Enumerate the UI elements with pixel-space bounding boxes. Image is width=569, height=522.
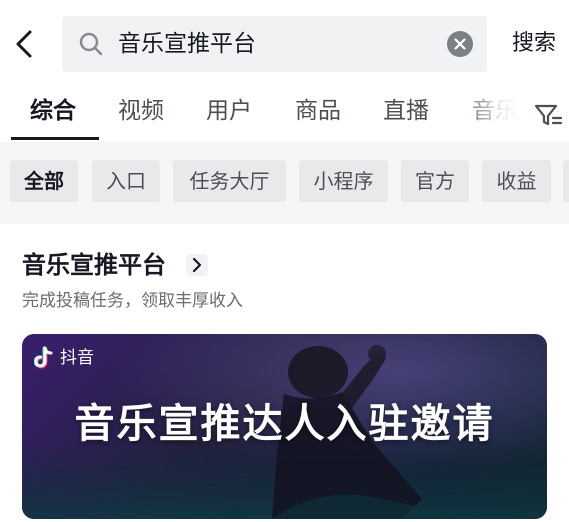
filter-button[interactable]: [530, 98, 566, 132]
search-icon: [79, 32, 103, 56]
chip-earnings[interactable]: 收益: [482, 160, 551, 202]
chip-entry[interactable]: 入口: [92, 160, 160, 202]
search-header: 音乐宣推平台 搜索: [0, 0, 569, 90]
tab-products[interactable]: 商品: [295, 94, 341, 128]
chip-all[interactable]: 全部: [10, 160, 78, 202]
tab-live[interactable]: 直播: [383, 94, 429, 128]
clear-search-button[interactable]: [447, 31, 473, 57]
tab-users[interactable]: 用户: [206, 94, 252, 128]
search-query[interactable]: 音乐宣推平台: [118, 16, 256, 72]
chevron-right-icon: [192, 257, 202, 273]
result-more-button[interactable]: [186, 254, 208, 276]
filter-icon: [534, 104, 563, 126]
chip-overflow[interactable]: [563, 160, 569, 202]
search-result-card: 音乐宣推平台 完成投稿任务，领取丰厚收入 抖音 音乐宣推达人入驻邀请: [0, 224, 569, 522]
promo-banner[interactable]: 抖音 音乐宣推达人入驻邀请: [22, 334, 547, 519]
douyin-logo: [34, 346, 53, 369]
tab-video[interactable]: 视频: [118, 94, 164, 128]
chevron-left-icon: [16, 30, 32, 58]
chip-official[interactable]: 官方: [401, 160, 469, 202]
result-title[interactable]: 音乐宣推平台: [22, 248, 166, 282]
banner-headline: 音乐宣推达人入驻邀请: [74, 401, 495, 447]
filter-chips: 全部 入口 任务大厅 小程序 官方 收益: [0, 142, 569, 224]
active-tab-indicator: [11, 137, 99, 140]
tab-music[interactable]: 音乐: [472, 94, 518, 128]
chip-task-hall[interactable]: 任务大厅: [173, 160, 286, 202]
search-button[interactable]: 搜索: [512, 26, 556, 62]
back-button[interactable]: [10, 26, 40, 62]
search-input[interactable]: 音乐宣推平台: [62, 16, 487, 72]
chip-mini-program[interactable]: 小程序: [299, 160, 388, 202]
category-tabs: 综合 视频 用户 商品 直播 音乐: [0, 90, 569, 142]
close-icon: [454, 38, 466, 50]
tab-all[interactable]: 综合: [30, 94, 76, 128]
banner-brand: 抖音: [60, 348, 94, 368]
result-description: 完成投稿任务，领取丰厚收入: [22, 291, 243, 311]
